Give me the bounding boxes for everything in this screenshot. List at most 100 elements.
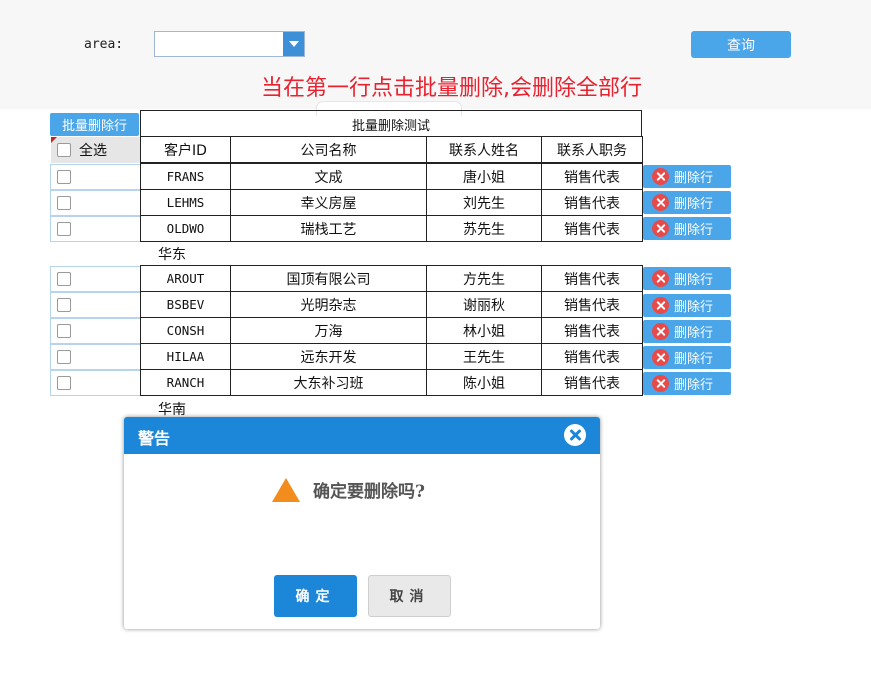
cell-contact-name: 苏先生 [426, 215, 542, 242]
table-row[interactable]: LEHMS 幸义房屋 刘先生 销售代表 [140, 189, 643, 216]
close-circle-icon [652, 168, 669, 185]
warning-icon [272, 477, 300, 502]
delete-row-button[interactable]: 删除行 [643, 320, 731, 343]
cell-company-name: 远东开发 [230, 343, 427, 370]
cell-company-name: 光明杂志 [230, 291, 427, 318]
delete-row-label: 删除行 [674, 300, 714, 315]
row-checkbox[interactable] [57, 196, 71, 210]
row-checkbox-cell[interactable] [50, 292, 141, 318]
row-checkbox[interactable] [57, 272, 71, 286]
delete-row-label: 删除行 [674, 171, 714, 186]
cell-contact-name: 方先生 [426, 265, 542, 292]
cell-customer-id: FRANS [140, 163, 231, 190]
cell-contact-name: 王先生 [426, 343, 542, 370]
table-row[interactable]: AROUT 国顶有限公司 方先生 销售代表 [140, 265, 643, 292]
row-checkbox[interactable] [57, 376, 71, 390]
delete-row-label: 删除行 [674, 273, 714, 288]
ok-button[interactable]: 确定 [274, 575, 357, 617]
cell-contact-title: 销售代表 [541, 291, 643, 318]
dialog-title: 警告 [138, 429, 171, 448]
cell-contact-title: 销售代表 [541, 215, 643, 242]
row-checkbox-cell[interactable] [50, 266, 141, 292]
column-header-contact-title[interactable]: 联系人职务 [541, 136, 643, 163]
table-row[interactable]: BSBEV 光明杂志 谢丽秋 销售代表 [140, 291, 643, 318]
select-all-label: 全选 [79, 143, 107, 159]
cell-customer-id: LEHMS [140, 189, 231, 216]
corner-marker-icon [51, 137, 57, 143]
group-label: 华东 [158, 247, 186, 263]
delete-row-button[interactable]: 删除行 [643, 267, 731, 290]
delete-row-label: 删除行 [674, 378, 714, 393]
row-checkbox-cell[interactable] [50, 164, 141, 190]
delete-row-button[interactable]: 删除行 [643, 372, 731, 395]
cell-contact-title: 销售代表 [541, 343, 643, 370]
close-circle-icon [652, 375, 669, 392]
select-all[interactable]: 全选 [51, 137, 140, 163]
cell-company-name: 文成 [230, 163, 427, 190]
area-select[interactable] [154, 31, 305, 57]
close-circle-icon [652, 323, 669, 340]
cell-customer-id: RANCH [140, 369, 231, 396]
row-checkbox-cell[interactable] [50, 318, 141, 344]
column-header-contact-name[interactable]: 联系人姓名 [426, 136, 542, 163]
dialog-message: 确定要删除吗? [272, 477, 425, 502]
grid-caption: 批量删除测试 [140, 110, 642, 137]
cell-company-name: 万海 [230, 317, 427, 344]
chevron-down-icon[interactable] [283, 32, 304, 56]
close-circle-icon [652, 270, 669, 287]
row-checkbox-cell[interactable] [50, 370, 141, 396]
select-all-checkbox[interactable] [57, 143, 71, 157]
table-row[interactable]: OLDWO 瑞栈工艺 苏先生 销售代表 [140, 215, 643, 242]
column-header-company-name[interactable]: 公司名称 [230, 136, 427, 163]
cell-customer-id: AROUT [140, 265, 231, 292]
row-checkbox[interactable] [57, 324, 71, 338]
row-checkbox[interactable] [57, 350, 71, 364]
row-checkbox[interactable] [57, 298, 71, 312]
delete-row-button[interactable]: 删除行 [643, 217, 731, 240]
cell-contact-title: 销售代表 [541, 163, 643, 190]
delete-row-label: 删除行 [674, 326, 714, 341]
batch-delete-button[interactable]: 批量删除行 [50, 113, 139, 136]
close-icon[interactable] [564, 424, 586, 446]
delete-row-button[interactable]: 删除行 [643, 346, 731, 369]
table-row[interactable]: RANCH 大东补习班 陈小姐 销售代表 [140, 369, 643, 396]
column-header-customer-id[interactable]: 客户ID [140, 136, 231, 163]
close-circle-icon [652, 194, 669, 211]
delete-row-label: 删除行 [674, 352, 714, 367]
cell-contact-title: 销售代表 [541, 189, 643, 216]
dialog-titlebar[interactable]: 警告 [124, 417, 600, 454]
cell-customer-id: BSBEV [140, 291, 231, 318]
grid-header: 客户ID 公司名称 联系人姓名 联系人职务 [140, 136, 643, 164]
area-label: area: [84, 37, 124, 52]
cell-contact-name: 林小姐 [426, 317, 542, 344]
close-circle-icon [652, 349, 669, 366]
table-row[interactable]: HILAA 远东开发 王先生 销售代表 [140, 343, 643, 370]
delete-row-button[interactable]: 删除行 [643, 294, 731, 317]
close-circle-icon [652, 220, 669, 237]
table-row[interactable]: FRANS 文成 唐小姐 销售代表 [140, 163, 643, 190]
row-checkbox[interactable] [57, 222, 71, 236]
row-checkbox-cell[interactable] [50, 216, 141, 242]
delete-row-label: 删除行 [674, 223, 714, 238]
row-checkbox-cell[interactable] [50, 190, 141, 216]
filter-bar: area: 查询 当在第一行点击批量删除,会删除全部行 [0, 0, 871, 109]
cell-company-name: 大东补习班 [230, 369, 427, 396]
cell-contact-name: 谢丽秋 [426, 291, 542, 318]
confirm-dialog: 警告 确定要删除吗? 确定 取消 [124, 417, 600, 629]
row-checkbox-cell[interactable] [50, 344, 141, 370]
delete-row-button[interactable]: 删除行 [643, 165, 731, 188]
cell-customer-id: OLDWO [140, 215, 231, 242]
cell-contact-name: 刘先生 [426, 189, 542, 216]
cell-company-name: 国顶有限公司 [230, 265, 427, 292]
cell-contact-name: 陈小姐 [426, 369, 542, 396]
cell-company-name: 瑞栈工艺 [230, 215, 427, 242]
row-checkbox[interactable] [57, 170, 71, 184]
delete-row-label: 删除行 [674, 197, 714, 212]
delete-row-button[interactable]: 删除行 [643, 191, 731, 214]
warning-note: 当在第一行点击批量删除,会删除全部行 [261, 76, 642, 101]
cell-customer-id: HILAA [140, 343, 231, 370]
table-row[interactable]: CONSH 万海 林小姐 销售代表 [140, 317, 643, 344]
cancel-button[interactable]: 取消 [368, 575, 451, 617]
cell-contact-title: 销售代表 [541, 317, 643, 344]
query-button[interactable]: 查询 [691, 31, 791, 58]
